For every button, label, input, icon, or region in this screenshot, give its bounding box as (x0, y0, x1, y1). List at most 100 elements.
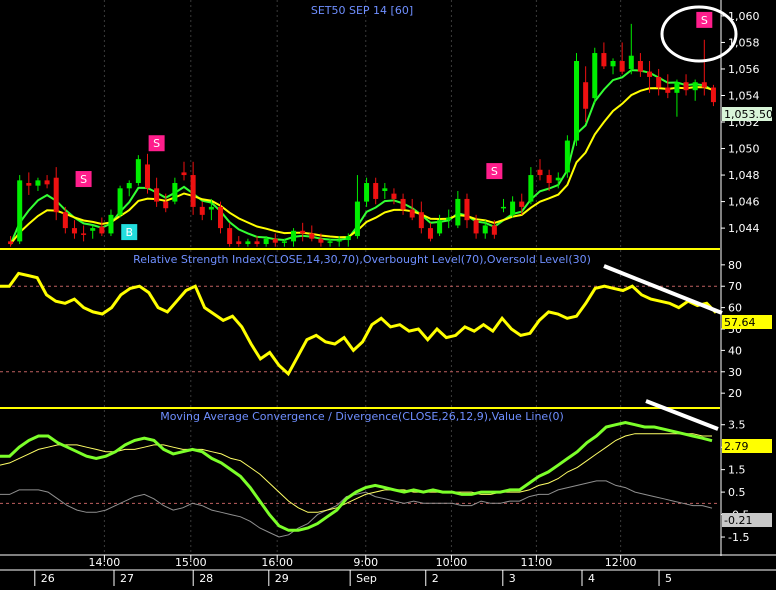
candle-body (628, 55, 634, 69)
time-label: 16:00 (261, 556, 293, 569)
candle-body (263, 238, 269, 245)
candle-body (665, 87, 671, 93)
candle-body (455, 198, 461, 226)
signal-label: B (125, 226, 133, 239)
candle-body (564, 140, 570, 173)
candle-body (701, 82, 707, 88)
rsi-last-label: 57.64 (724, 316, 756, 329)
chart-canvas[interactable]: SET50 SEP 14 [60] S S B S S 1,044 1,046 1,048 1… (0, 0, 776, 586)
price-tick-label: 1,054 (728, 89, 760, 102)
last-price-label: 1,053.50 (724, 108, 773, 121)
candle-body (546, 175, 552, 184)
candle-body (610, 61, 616, 67)
candle-body (218, 206, 224, 229)
candle-body (364, 183, 370, 202)
signal-label: S (80, 173, 87, 186)
candle-body (172, 183, 178, 202)
candle-body (117, 188, 123, 215)
candle-body (674, 82, 680, 93)
candle-body (99, 226, 105, 234)
candle-body (35, 180, 41, 186)
macd-tick-label: 1.5 (728, 464, 746, 477)
signal-label: S (153, 137, 160, 150)
candle-body (81, 233, 87, 235)
candle-body (291, 230, 297, 242)
rsi-tick-label: 60 (728, 302, 742, 315)
candlesticks[interactable] (8, 23, 716, 247)
day-label: 4 (588, 572, 595, 585)
candle-body (71, 228, 77, 234)
candle-body (510, 201, 516, 215)
day-label: 28 (199, 572, 213, 585)
candle-body (692, 82, 698, 91)
rsi-last-marker: 57.64 (722, 315, 772, 329)
macd-series-line (0, 420, 713, 532)
price-tick-label: 1,044 (728, 222, 760, 235)
candle-body (135, 159, 141, 184)
candle-body (190, 175, 196, 207)
candle-body (8, 241, 14, 245)
macd-tick-label: -1.5 (728, 531, 749, 544)
day-label: Sep (356, 572, 377, 585)
price-axis: 1,0441,0461,0481,0501,0521,0541,0561,058… (721, 10, 760, 235)
trade-signals[interactable]: S S B S S (75, 11, 713, 241)
candle-body (482, 225, 488, 234)
candle-body (500, 206, 506, 209)
macd-series-line (0, 480, 713, 538)
day-label: 27 (120, 572, 134, 585)
candle-body (154, 188, 160, 202)
candle-body (409, 209, 415, 218)
day-label: 3 (509, 572, 516, 585)
day-label: 2 (432, 572, 439, 585)
rsi-tick-label: 30 (728, 366, 742, 379)
moving-average-lines (9, 69, 714, 245)
candle-body (373, 183, 379, 199)
day-label: 26 (41, 572, 55, 585)
rsi-panel-title: Relative Strength Index(CLOSE,14,30,70),… (133, 253, 591, 266)
candle-body (528, 175, 534, 202)
macd-tick-label: 3.5 (728, 419, 746, 432)
candle-body (345, 236, 351, 241)
candle-body (619, 61, 625, 72)
candle-body (354, 201, 360, 237)
time-label: 12:00 (605, 556, 637, 569)
candle-body (555, 177, 561, 181)
macd-last-label: 2.79 (724, 440, 749, 453)
candle-body (601, 53, 607, 67)
candle-body (683, 82, 689, 91)
candle-body (144, 164, 150, 189)
candle-body (656, 76, 662, 88)
macd-last-marker: 2.79 -0.21 (722, 439, 772, 527)
candle-body (382, 188, 388, 191)
rsi-axis: 20304050607080 (721, 259, 742, 400)
rsi-line (0, 271, 718, 377)
candle-body (300, 230, 306, 234)
price-tick-label: 1,050 (728, 143, 760, 156)
histogram-last-label: -0.21 (724, 514, 752, 527)
candle-body (309, 233, 315, 239)
candle-body (108, 214, 114, 234)
macd-lines (0, 420, 720, 538)
candle-body (391, 193, 397, 199)
candle-body (464, 198, 470, 221)
rsi-tick-label: 80 (728, 259, 742, 272)
candle-body (574, 61, 580, 141)
rsi-tick-label: 70 (728, 280, 742, 293)
candle-body (318, 238, 324, 243)
candle-body (181, 172, 187, 176)
macd-trend-annotation (645, 399, 719, 431)
candle-body (537, 169, 543, 176)
time-label: 15:00 (175, 556, 207, 569)
trading-chart-window: SET50 SEP 14 [60] S S B S S 1,044 1,046 1,048 1… (0, 0, 776, 586)
day-label: 29 (275, 572, 289, 585)
candle-body (17, 180, 23, 242)
candle-body (647, 71, 653, 77)
price-tick-label: 1,056 (728, 63, 760, 76)
price-panel-title: SET50 SEP 14 [60] (311, 4, 413, 17)
candle-body (400, 198, 406, 210)
candle-body (336, 240, 342, 242)
last-price-marker: 1,053.50 (722, 107, 773, 121)
candle-body (254, 241, 260, 245)
candle-body (126, 183, 132, 189)
rsi-lines (0, 271, 720, 377)
